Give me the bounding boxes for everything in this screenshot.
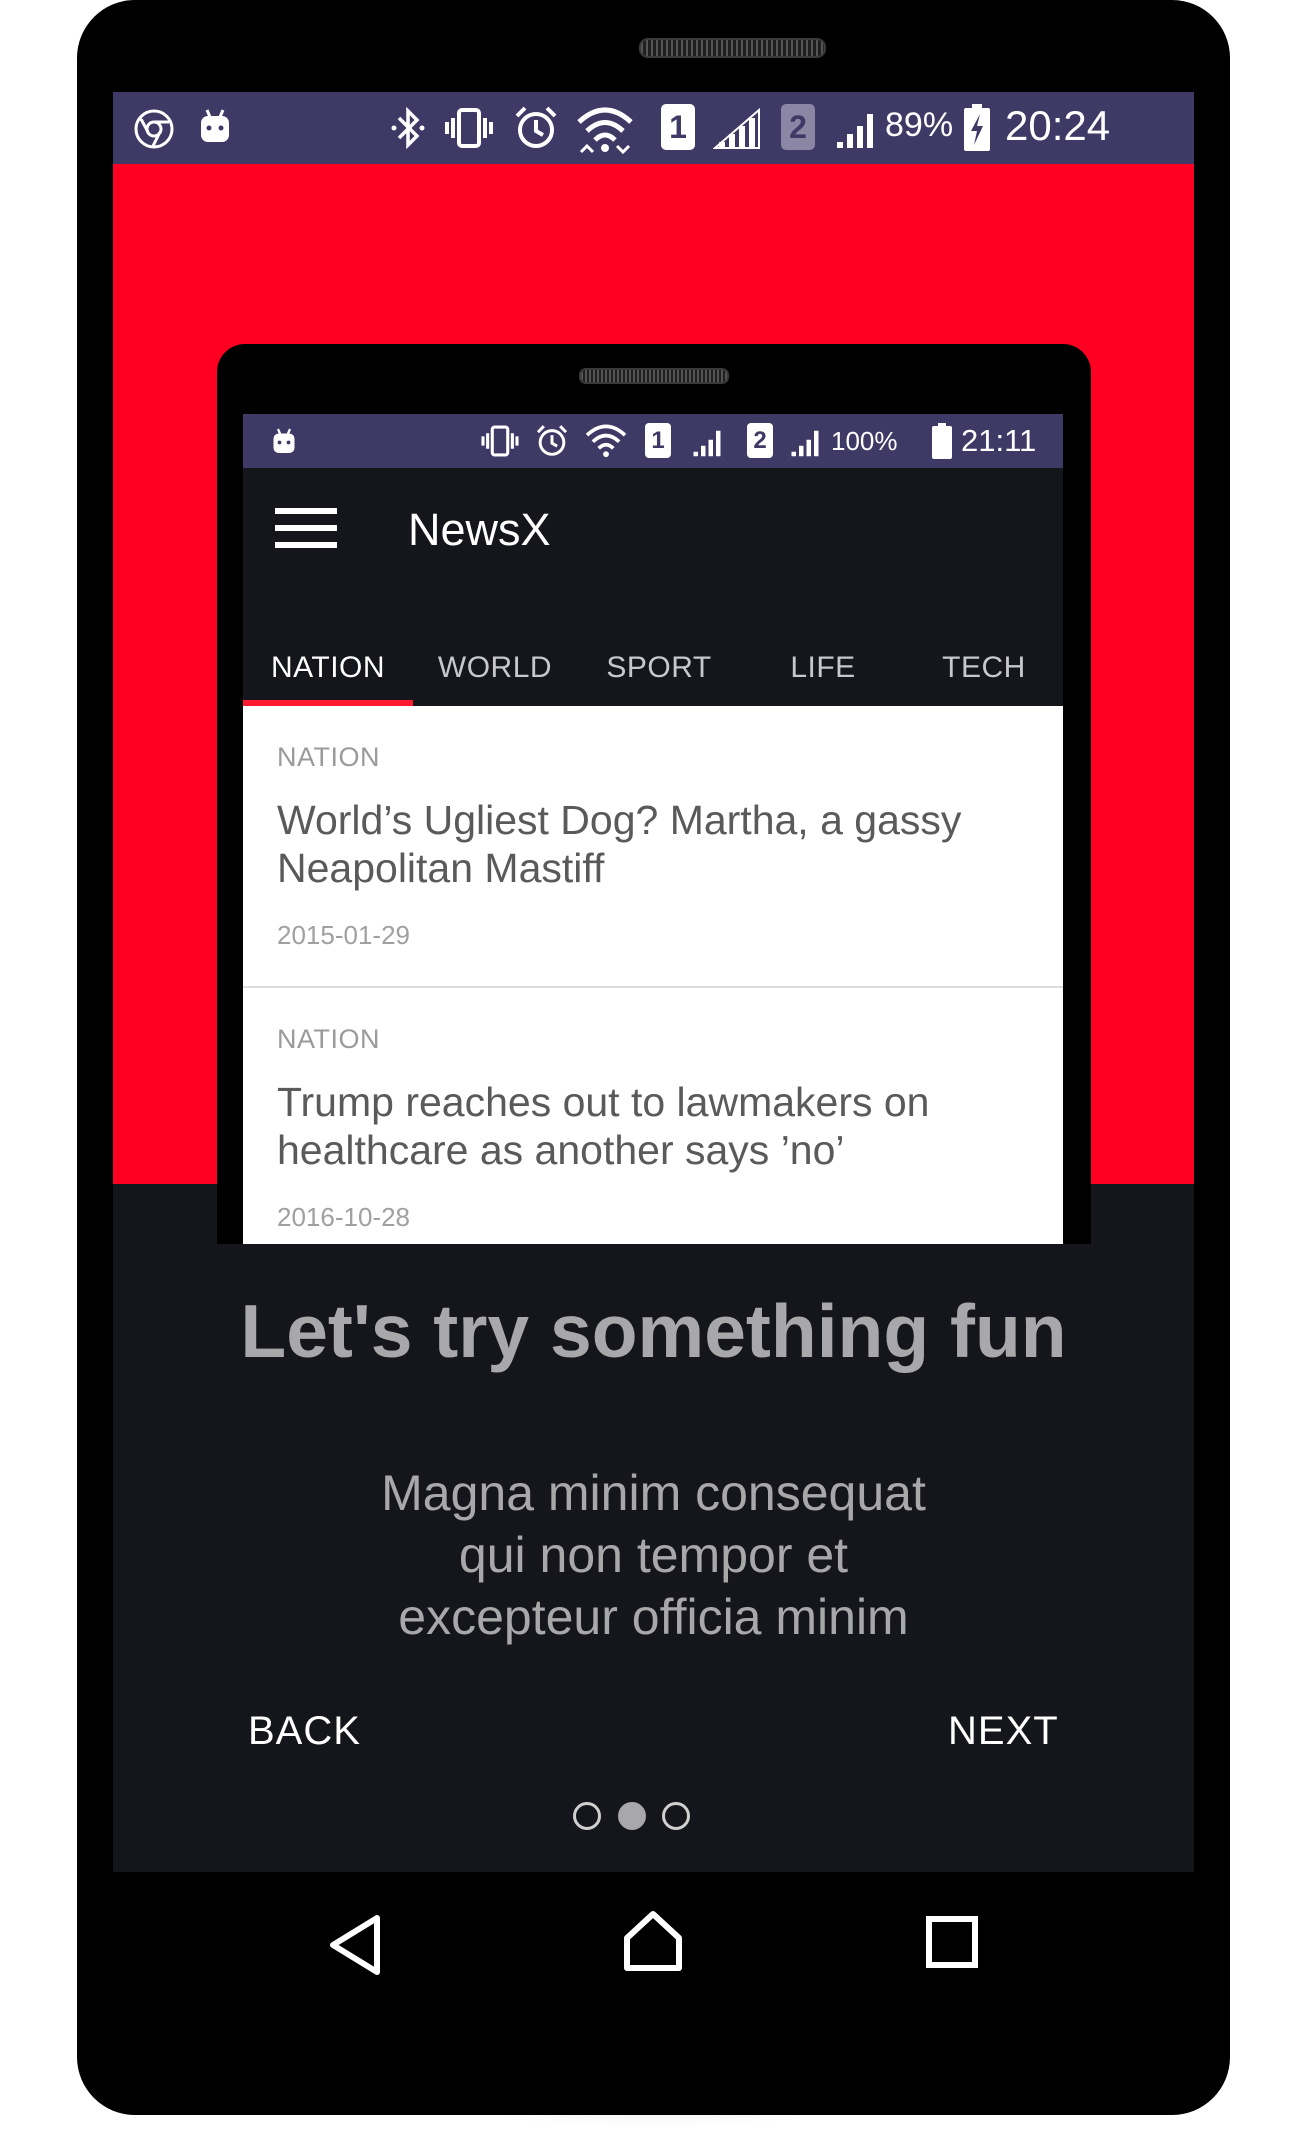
- sim1-icon: 1: [645, 423, 671, 458]
- android-icon: [273, 428, 295, 453]
- status-time: 20:24: [1005, 102, 1111, 149]
- article-section: NATION: [277, 742, 380, 772]
- article-title-line: Trump reaches out to lawmakers on: [277, 1079, 930, 1125]
- phone-speaker: [639, 38, 826, 58]
- signal-icon-2: [837, 114, 873, 148]
- preview-phone-speaker: [579, 368, 729, 384]
- page-indicator-dot[interactable]: [573, 1802, 601, 1830]
- sim2-number: 2: [789, 108, 807, 145]
- preview-screen: 1 2 100% 21:11 NewsX NATION WORLD SPORT …: [243, 414, 1063, 1244]
- battery-charging-icon: [964, 104, 990, 151]
- article-card[interactable]: NATION Trump reaches out to lawmakers on…: [243, 988, 1063, 1244]
- sim2-icon: 2: [747, 423, 773, 458]
- page-indicator-dot[interactable]: [662, 1802, 690, 1830]
- onboarding-body-line: excepteur officia minim: [398, 1589, 909, 1645]
- vibrate-icon: [445, 108, 493, 148]
- vibrate-icon: [481, 425, 519, 457]
- battery-percent: 100%: [831, 426, 898, 456]
- battery-percent: 89%: [885, 106, 954, 144]
- chrome-icon: [134, 109, 174, 149]
- onboarding-body-line: Magna minim consequat: [381, 1465, 926, 1521]
- status-time: 21:11: [961, 423, 1037, 458]
- signal-icon-2: [791, 430, 819, 457]
- article-card[interactable]: NATION World’s Ugliest Dog? Martha, a ga…: [243, 706, 1063, 986]
- app-title: NewsX: [408, 504, 551, 555]
- preview-status-bar: 1 2 100% 21:11: [243, 414, 1063, 468]
- status-bar: 1 2 89% 20:24: [113, 92, 1194, 164]
- tab-nation[interactable]: NATION: [243, 630, 413, 706]
- back-icon[interactable]: [327, 1914, 383, 1976]
- article-date: 2015-01-29: [277, 920, 410, 950]
- battery-icon: [932, 423, 952, 459]
- tab-life[interactable]: LIFE: [741, 630, 905, 706]
- onboarding-headline: Let's try something fun: [240, 1289, 1067, 1373]
- signal-icon: [713, 108, 760, 149]
- sim2-icon: 2: [781, 104, 815, 150]
- article-section: NATION: [277, 1024, 380, 1054]
- hamburger-menu-icon[interactable]: [275, 506, 337, 550]
- article-date: 2016-10-28: [277, 1202, 410, 1232]
- alarm-icon: [536, 425, 568, 456]
- home-icon[interactable]: [622, 1910, 684, 1972]
- sim1-number: 1: [669, 108, 687, 145]
- sim1-number: 1: [651, 426, 665, 454]
- bluetooth-icon: [391, 106, 425, 150]
- onboarding-body-line: qui non tempor et: [458, 1527, 849, 1583]
- sim2-number: 2: [753, 426, 767, 454]
- app-bar: NewsX NATION WORLD SPORT LIFE TECH: [243, 468, 1063, 706]
- page-indicator-dot-active[interactable]: [618, 1802, 646, 1830]
- android-icon: [201, 109, 229, 142]
- preview-phone-frame: 1 2 100% 21:11 NewsX NATION WORLD SPORT …: [217, 344, 1091, 1244]
- tab-tech[interactable]: TECH: [905, 630, 1063, 706]
- sim1-icon: 1: [661, 104, 695, 150]
- tab-sport[interactable]: SPORT: [577, 630, 741, 706]
- article-title-line: World’s Ugliest Dog? Martha, a gassy: [277, 797, 962, 843]
- wifi-icon: [577, 107, 633, 155]
- tab-world[interactable]: WORLD: [413, 630, 577, 706]
- back-button[interactable]: BACK: [248, 1709, 361, 1754]
- signal-icon: [693, 430, 721, 457]
- alarm-icon: [515, 106, 557, 148]
- hero-background: 1 2 100% 21:11 NewsX NATION WORLD SPORT …: [113, 164, 1194, 1244]
- next-button[interactable]: NEXT: [948, 1709, 1059, 1754]
- recents-icon[interactable]: [926, 1916, 978, 1968]
- article-title-line: Neapolitan Mastiff: [277, 845, 605, 891]
- wifi-icon: [585, 424, 627, 458]
- device-screen: 1 2 89% 20:24 1 2 100% 21:11 NewsX NATIO…: [113, 92, 1194, 1872]
- article-title-line: healthcare as another says ’no’: [277, 1127, 845, 1173]
